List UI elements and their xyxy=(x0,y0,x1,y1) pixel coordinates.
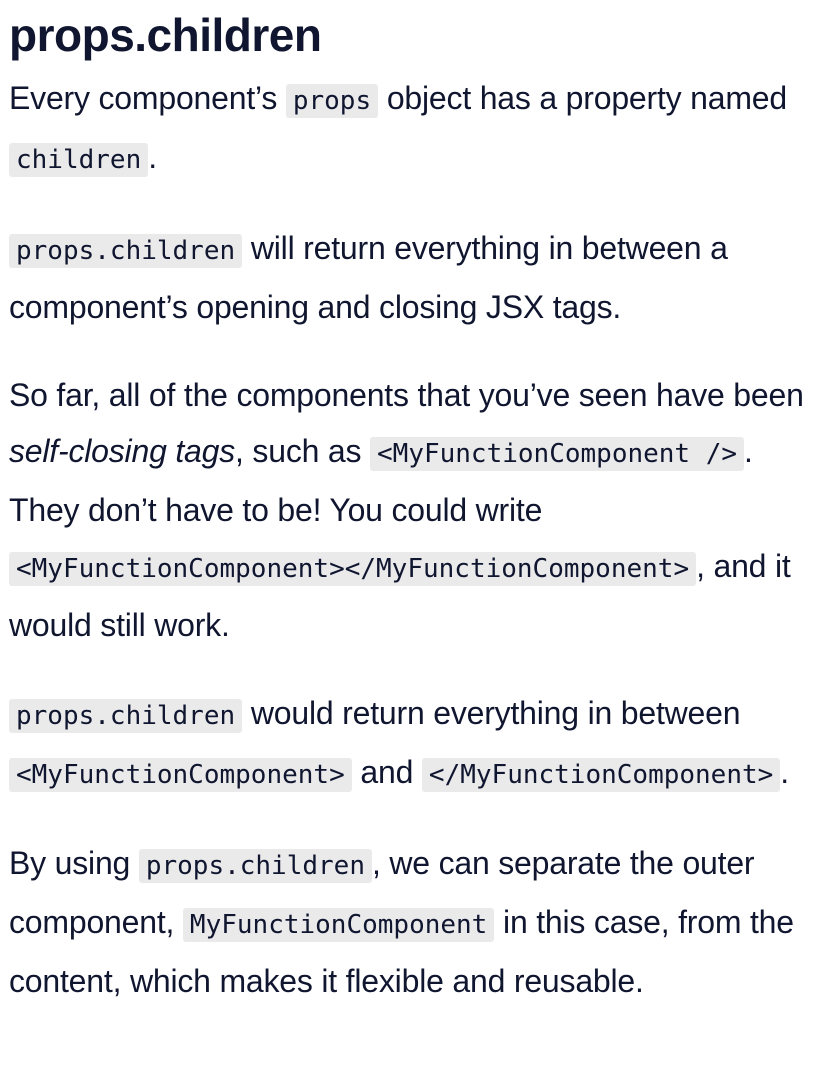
text: . xyxy=(780,754,789,790)
inline-code: props xyxy=(285,84,379,118)
section-heading: props.children xyxy=(9,9,322,61)
text: Every component’s xyxy=(9,80,286,116)
inline-code: children xyxy=(9,143,149,177)
emphasis: self-closing tags xyxy=(9,433,236,469)
inline-code: <MyFunctionComponent /> xyxy=(370,437,745,471)
inline-code: props.children xyxy=(138,849,372,883)
lesson-content: props.children Every component’s props o… xyxy=(0,0,818,1009)
inline-code: MyFunctionComponent xyxy=(182,908,495,942)
text: and xyxy=(351,754,422,790)
text: object has a property named xyxy=(378,80,787,116)
inline-code: props.children xyxy=(9,699,243,733)
text: By using xyxy=(9,845,139,881)
paragraph-5: By using props.children, we can separate… xyxy=(9,835,818,1009)
text: , such as xyxy=(235,433,371,469)
paragraph-3: So far, all of the components that you’v… xyxy=(9,367,818,653)
paragraph-1: Every component’s props object has a pro… xyxy=(9,70,818,188)
inline-code: <MyFunctionComponent></MyFunctionCompone… xyxy=(9,552,697,586)
paragraph-2: props.children will return everything in… xyxy=(9,220,818,335)
text: would return everything in between xyxy=(242,695,741,731)
inline-code: props.children xyxy=(9,234,243,268)
text: . xyxy=(148,139,157,175)
text: So far, all of the components that you’v… xyxy=(9,377,804,413)
inline-code: </MyFunctionComponent> xyxy=(421,758,781,792)
paragraph-4: props.children would return everything i… xyxy=(9,685,818,803)
inline-code: <MyFunctionComponent> xyxy=(9,758,352,792)
